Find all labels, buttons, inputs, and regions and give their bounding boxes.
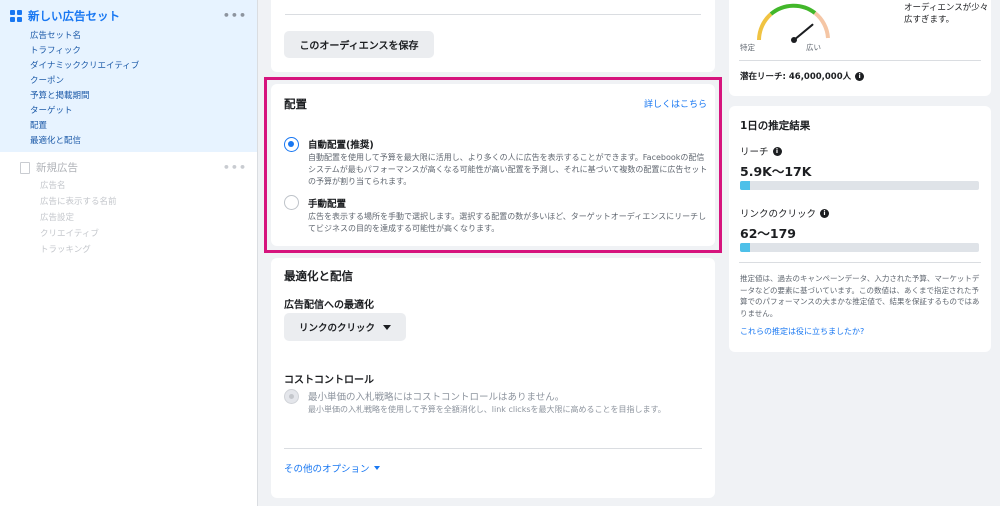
divider xyxy=(285,14,701,15)
caret-down-icon xyxy=(383,324,391,330)
divider xyxy=(284,448,702,449)
new-ad-title[interactable]: 新規広告 xyxy=(36,160,78,175)
sidebar-item-ad-name[interactable]: 広告名 xyxy=(40,178,237,194)
sidebar: 新しい広告セット ••• 広告セット名 トラフィック ダイナミッククリエイティブ… xyxy=(0,0,258,506)
placement-card: 配置 詳しくはこちら 自動配置(推奨) 自動配置を使用して予算を最大限に活用し、… xyxy=(271,84,715,246)
reach-value: 5.9K〜17K xyxy=(740,164,812,179)
daily-estimates-card: 1日の推定結果 リーチ i 5.9K〜17K リンクのクリック i 62〜179… xyxy=(729,106,991,352)
reach-bar xyxy=(740,181,979,190)
cost-control-radio xyxy=(284,389,299,404)
estimates-title: 1日の推定結果 xyxy=(740,120,811,132)
sidebar-item-display-name[interactable]: 広告に表示する名前 xyxy=(40,194,237,210)
ad-set-title[interactable]: 新しい広告セット xyxy=(28,8,120,24)
estimates-feedback-link[interactable]: これらの推定は役に立ちましたか? xyxy=(740,326,864,337)
cost-control-sub-text: 最小単価の入札戦略を使用して予算を全額消化し、link clicksを最大限に高… xyxy=(308,405,666,414)
ad-set-grid-icon xyxy=(10,10,22,22)
clicks-label: リンクのクリック i xyxy=(740,206,830,220)
sidebar-item-budget-schedule[interactable]: 予算と掲載期間 xyxy=(30,89,247,104)
sidebar-item-ad-set-name[interactable]: 広告セット名 xyxy=(30,29,247,44)
optimization-goal-label: 広告配信への最適化 xyxy=(284,300,374,311)
divider xyxy=(739,60,981,61)
optimization-goal-dropdown[interactable]: リンクのクリック xyxy=(284,313,406,341)
reach-label: リーチ i xyxy=(740,144,782,158)
potential-reach: 潜在リーチ: 46,000,000人 i xyxy=(740,70,865,82)
optimization-title: 最適化と配信 xyxy=(284,269,353,283)
sidebar-item-targeting[interactable]: ターゲット xyxy=(30,104,247,119)
audience-size-card: 特定 広い オーディエンスが少々広すぎます。 潜在リーチ: 46,000,000… xyxy=(729,0,991,96)
sidebar-item-placement[interactable]: 配置 xyxy=(30,119,247,134)
placement-title: 配置 xyxy=(284,97,307,111)
sidebar-item-dynamic-creative[interactable]: ダイナミッククリエイティブ xyxy=(30,59,247,74)
auto-placement-description: 自動配置を使用して予算を最大限に活用し、より多くの人に広告を表示することができま… xyxy=(308,153,708,186)
sidebar-item-tracking[interactable]: トラッキング xyxy=(40,242,237,258)
optimization-card: 最適化と配信 広告配信への最適化 リンクのクリック コストコントロール 最小単価… xyxy=(271,258,715,498)
sidebar-ad-set-section: 新しい広告セット ••• 広告セット名 トラフィック ダイナミッククリエイティブ… xyxy=(0,0,257,152)
info-icon[interactable]: i xyxy=(772,146,782,156)
cost-control-title: コストコントロール xyxy=(284,375,374,386)
divider xyxy=(739,262,981,263)
more-options-icon-new-ad[interactable]: ••• xyxy=(223,161,247,174)
auto-placement-radio[interactable] xyxy=(284,137,299,152)
sidebar-item-traffic[interactable]: トラフィック xyxy=(30,44,247,59)
new-ad-header[interactable]: 新規広告 xyxy=(20,160,237,175)
learn-more-link[interactable]: 詳しくはこちら xyxy=(644,97,707,110)
optimization-goal-value: リンクのクリック xyxy=(298,323,375,334)
cost-control-main-text: 最小単価の入札戦略にはコストコントロールはありません。 xyxy=(308,392,565,403)
document-icon xyxy=(20,161,30,174)
info-icon[interactable]: i xyxy=(820,208,830,218)
sidebar-item-creative[interactable]: クリエイティブ xyxy=(40,226,237,242)
manual-placement-title[interactable]: 手動配置 xyxy=(308,196,346,210)
clicks-bar-fill xyxy=(740,243,750,252)
chevron-down-icon xyxy=(373,466,380,470)
manual-placement-description: 広告を表示する場所を手動で選択します。選択する配置の数が多いほど、ターゲットオー… xyxy=(308,212,707,233)
sidebar-item-optimization[interactable]: 最適化と配信 xyxy=(30,134,247,149)
save-audience-button[interactable]: このオーディエンスを保存 xyxy=(284,31,434,58)
ad-set-header[interactable]: 新しい広告セット xyxy=(10,8,247,24)
sidebar-new-ad-section: 新規広告 ••• 広告名 広告に表示する名前 広告設定 クリエイティブ トラッキ… xyxy=(0,152,257,266)
gauge-specific-label: 特定 xyxy=(740,43,755,52)
reach-label-text: リーチ xyxy=(740,147,769,158)
clicks-bar xyxy=(740,243,979,252)
reach-bar-fill xyxy=(740,181,750,190)
more-options-label: その他のオプション xyxy=(284,464,370,475)
audience-status-text: オーディエンスが少々広すぎます。 xyxy=(904,3,989,25)
estimates-note: 推定値は、過去のキャンペーンデータ、入力された予算、マーケットデータなどの要素に… xyxy=(740,274,980,318)
audience-gauge-icon xyxy=(757,3,830,43)
sidebar-item-ad-settings[interactable]: 広告設定 xyxy=(40,210,237,226)
manual-placement-radio[interactable] xyxy=(284,195,299,210)
more-options-icon[interactable]: ••• xyxy=(223,9,247,22)
auto-placement-title[interactable]: 自動配置(推奨) xyxy=(308,137,374,151)
gauge-broad-label: 広い xyxy=(806,43,821,52)
more-options-link[interactable]: その他のオプション xyxy=(284,461,380,475)
potential-reach-text: 潜在リーチ: 46,000,000人 xyxy=(740,72,852,82)
clicks-label-text: リンクのクリック xyxy=(740,209,817,220)
sidebar-item-coupon[interactable]: クーポン xyxy=(30,74,247,89)
info-icon[interactable]: i xyxy=(855,71,865,81)
clicks-value: 62〜179 xyxy=(740,226,796,241)
